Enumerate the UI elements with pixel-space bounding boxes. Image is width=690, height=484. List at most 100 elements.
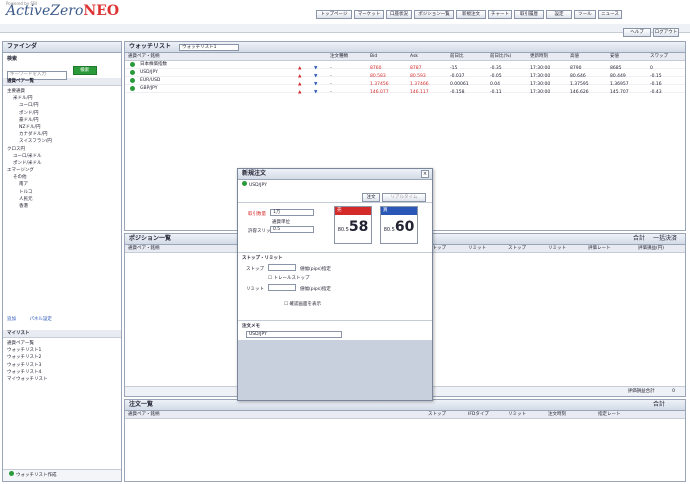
order-pair-label: USD/JPY <box>249 183 267 188</box>
orders-panel: 注文一覧 合計 通貨ペア・銘柄 ストップ IFDタイプ リミット 注文時刻 指定レート <box>124 399 686 482</box>
tree-item[interactable]: ユーロ/円 <box>7 102 117 109</box>
column-header[interactable]: 通貨ペア・銘柄 <box>125 53 295 61</box>
column-header[interactable]: 指定レート <box>595 411 655 419</box>
column-header[interactable]: ストップ <box>425 411 465 419</box>
positions-bulk-close[interactable]: 一括決済 <box>653 234 677 244</box>
mylist-item[interactable]: ウォッチリスト4 <box>7 369 117 376</box>
order-tab-order[interactable]: 注文 <box>362 193 380 202</box>
toolbar-button-8[interactable]: ツール <box>574 10 596 19</box>
watchlist-select[interactable]: ウォッチリスト1 <box>179 44 240 51</box>
column-header[interactable]: リミット <box>545 245 585 253</box>
tree-item[interactable]: クロス円 <box>7 146 117 153</box>
buy-price-button[interactable]: 買 80.560 <box>380 206 418 244</box>
tree-item[interactable]: 香港 <box>7 203 117 210</box>
qty-select[interactable]: 1万 <box>270 209 314 216</box>
table-row[interactable]: EUR/USD▲ ▼ -1.37456 1.37466 0.00061 0.04 17:30… <box>125 77 685 87</box>
order-dialog-titlebar: 新規注文 × <box>238 169 432 180</box>
mylist-item[interactable]: マイウォッチリスト <box>7 376 117 383</box>
status-dot-icon <box>130 62 135 67</box>
column-header[interactable]: スワップ <box>647 53 685 61</box>
mylist-item[interactable]: ウォッチリスト2 <box>7 354 117 361</box>
finder-add-link[interactable]: 追加 <box>7 317 16 322</box>
close-icon[interactable]: × <box>421 170 429 178</box>
sell-price: 58 <box>348 219 369 235</box>
create-watchlist-button[interactable]: ウォッチリスト作成 <box>16 473 57 478</box>
finder-panel: ファインダ 検索 キーワードを入力 検索 通貨ペア一覧 主要通貨 米ドル/円 ユーロ… <box>2 41 122 482</box>
tree-item[interactable]: ポンド/米ドル <box>7 160 117 167</box>
column-header[interactable]: Ask <box>407 53 447 61</box>
tree-item[interactable]: 豪ドル/円 <box>7 117 117 124</box>
column-header[interactable]: 注文時刻 <box>545 411 595 419</box>
table-cell: 146.626 <box>570 90 589 95</box>
column-header[interactable]: 更新時刻 <box>527 53 567 61</box>
app-tagline: Powered by SBI <box>6 1 37 6</box>
order-dialog: 新規注文 × USD/JPY 注文 リアルタイム 取引数量 1万 通貨単位 許容… <box>237 168 433 401</box>
tree-item[interactable]: 主要通貨 <box>7 88 117 95</box>
toolbar-button-4[interactable]: 新規注文 <box>456 10 486 19</box>
table-row[interactable]: USD/JPY▲ ▼ -80.583 80.593 -0.037 -0.05 17:30:0… <box>125 69 685 79</box>
trail-stop-checkbox[interactable]: ☐ トレールストップ <box>268 275 309 281</box>
finder-panel-settings-link[interactable]: パネル設定 <box>29 317 52 322</box>
finder-title: ファインダ <box>3 42 121 53</box>
toolbar-button-0[interactable]: トップページ <box>316 10 352 19</box>
column-header[interactable]: リミット <box>465 245 505 253</box>
tree-item[interactable]: 人民元 <box>7 196 117 203</box>
table-row[interactable]: GBP/JPY ▲ ▼ - 146.077 146.117 -0.158 -0.11 17:30… <box>125 85 685 95</box>
table-cell: 145.707 <box>610 90 629 95</box>
table-cell: 146.077 <box>370 90 389 95</box>
tree-item[interactable]: 米ドル/円 <box>7 95 117 102</box>
column-header[interactable]: 安値 <box>607 53 647 61</box>
tree-item[interactable]: ポンド/円 <box>7 110 117 117</box>
stop-input[interactable] <box>268 264 296 271</box>
watchlist-title: ウォッチリスト <box>129 43 172 50</box>
column-header[interactable]: Bid <box>367 53 407 61</box>
toolbar-button-9[interactable]: ニュース <box>598 10 622 19</box>
toolbar-right-button-1[interactable]: ログアウト <box>653 28 679 37</box>
status-dot-icon <box>130 70 135 75</box>
slip-input[interactable]: 0.5 <box>270 226 314 233</box>
column-header[interactable]: 評価レート <box>585 245 635 253</box>
column-header[interactable]: リミット <box>505 411 545 419</box>
tree-item[interactable]: ユーロ/米ドル <box>7 153 117 160</box>
tree-item[interactable]: エマージング <box>7 167 117 174</box>
buy-arrow-icon[interactable]: ▼ <box>311 89 327 97</box>
column-header[interactable]: IFDタイプ <box>465 411 505 419</box>
toolbar-button-5[interactable]: チャート <box>488 10 512 19</box>
toolbar-button-6[interactable]: 取引履歴 <box>514 10 544 19</box>
tree-item[interactable]: その他 <box>7 174 117 181</box>
column-header[interactable]: 注文種類 <box>327 53 367 61</box>
toolbar-right-button-0[interactable]: ヘルプ <box>623 28 651 37</box>
column-header[interactable]: 高値 <box>567 53 607 61</box>
watchlist-header: ウォッチリスト ウォッチリスト1 <box>125 42 685 53</box>
buy-price: 60 <box>394 219 415 235</box>
confirm-checkbox[interactable]: ☐ 確認画面を表示 <box>284 301 321 307</box>
tree-item[interactable]: NZドル/円 <box>7 124 117 131</box>
mylist-item[interactable]: ウォッチリスト1 <box>7 347 117 354</box>
mylist-item[interactable]: 通貨ペア一覧 <box>7 340 117 347</box>
tree-item[interactable]: 南ア <box>7 181 117 188</box>
column-header[interactable]: 評価損益(円) <box>635 245 685 253</box>
mylist-item[interactable]: ウォッチリスト3 <box>7 362 117 369</box>
column-header[interactable]: 前日比(%) <box>487 53 527 61</box>
column-header[interactable]: 通貨ペア・銘柄 <box>125 411 425 419</box>
sell-price-button[interactable]: 売 80.558 <box>334 206 372 244</box>
tree-item[interactable]: スイスフラン/円 <box>7 138 117 145</box>
qty-label: 取引数量 <box>248 212 266 217</box>
stop-limit-section: ストップ・リミット <box>242 256 283 261</box>
toolbar-button-3[interactable]: ポジション一覧 <box>414 10 454 19</box>
column-header[interactable]: ストップ <box>505 245 545 253</box>
toolbar-button-1[interactable]: マーケット <box>354 10 384 19</box>
finder-search-button[interactable]: 検索 <box>72 66 97 75</box>
tree-item[interactable]: トルコ <box>7 189 117 196</box>
sell-arrow-icon[interactable]: ▲ <box>295 89 311 97</box>
stop-pips-label: 値幅(pips)指定 <box>300 267 331 272</box>
column-header[interactable]: 前日比 <box>447 53 487 61</box>
tree-item[interactable]: カナダドル/円 <box>7 131 117 138</box>
toolbar-button-7[interactable]: 設定 <box>546 10 572 19</box>
memo-input[interactable]: USD/JPY <box>246 331 342 338</box>
pair-name: GBP/JPY <box>140 86 158 91</box>
limit-input[interactable] <box>268 284 296 291</box>
order-tab-realtime[interactable]: リアルタイム <box>382 193 426 202</box>
toolbar-button-2[interactable]: 口座状況 <box>386 10 412 19</box>
table-row[interactable]: 日本株価指数▲ ▼ -8760 8787 -15 -0.35 17:30:00 8790 868… <box>125 61 685 71</box>
